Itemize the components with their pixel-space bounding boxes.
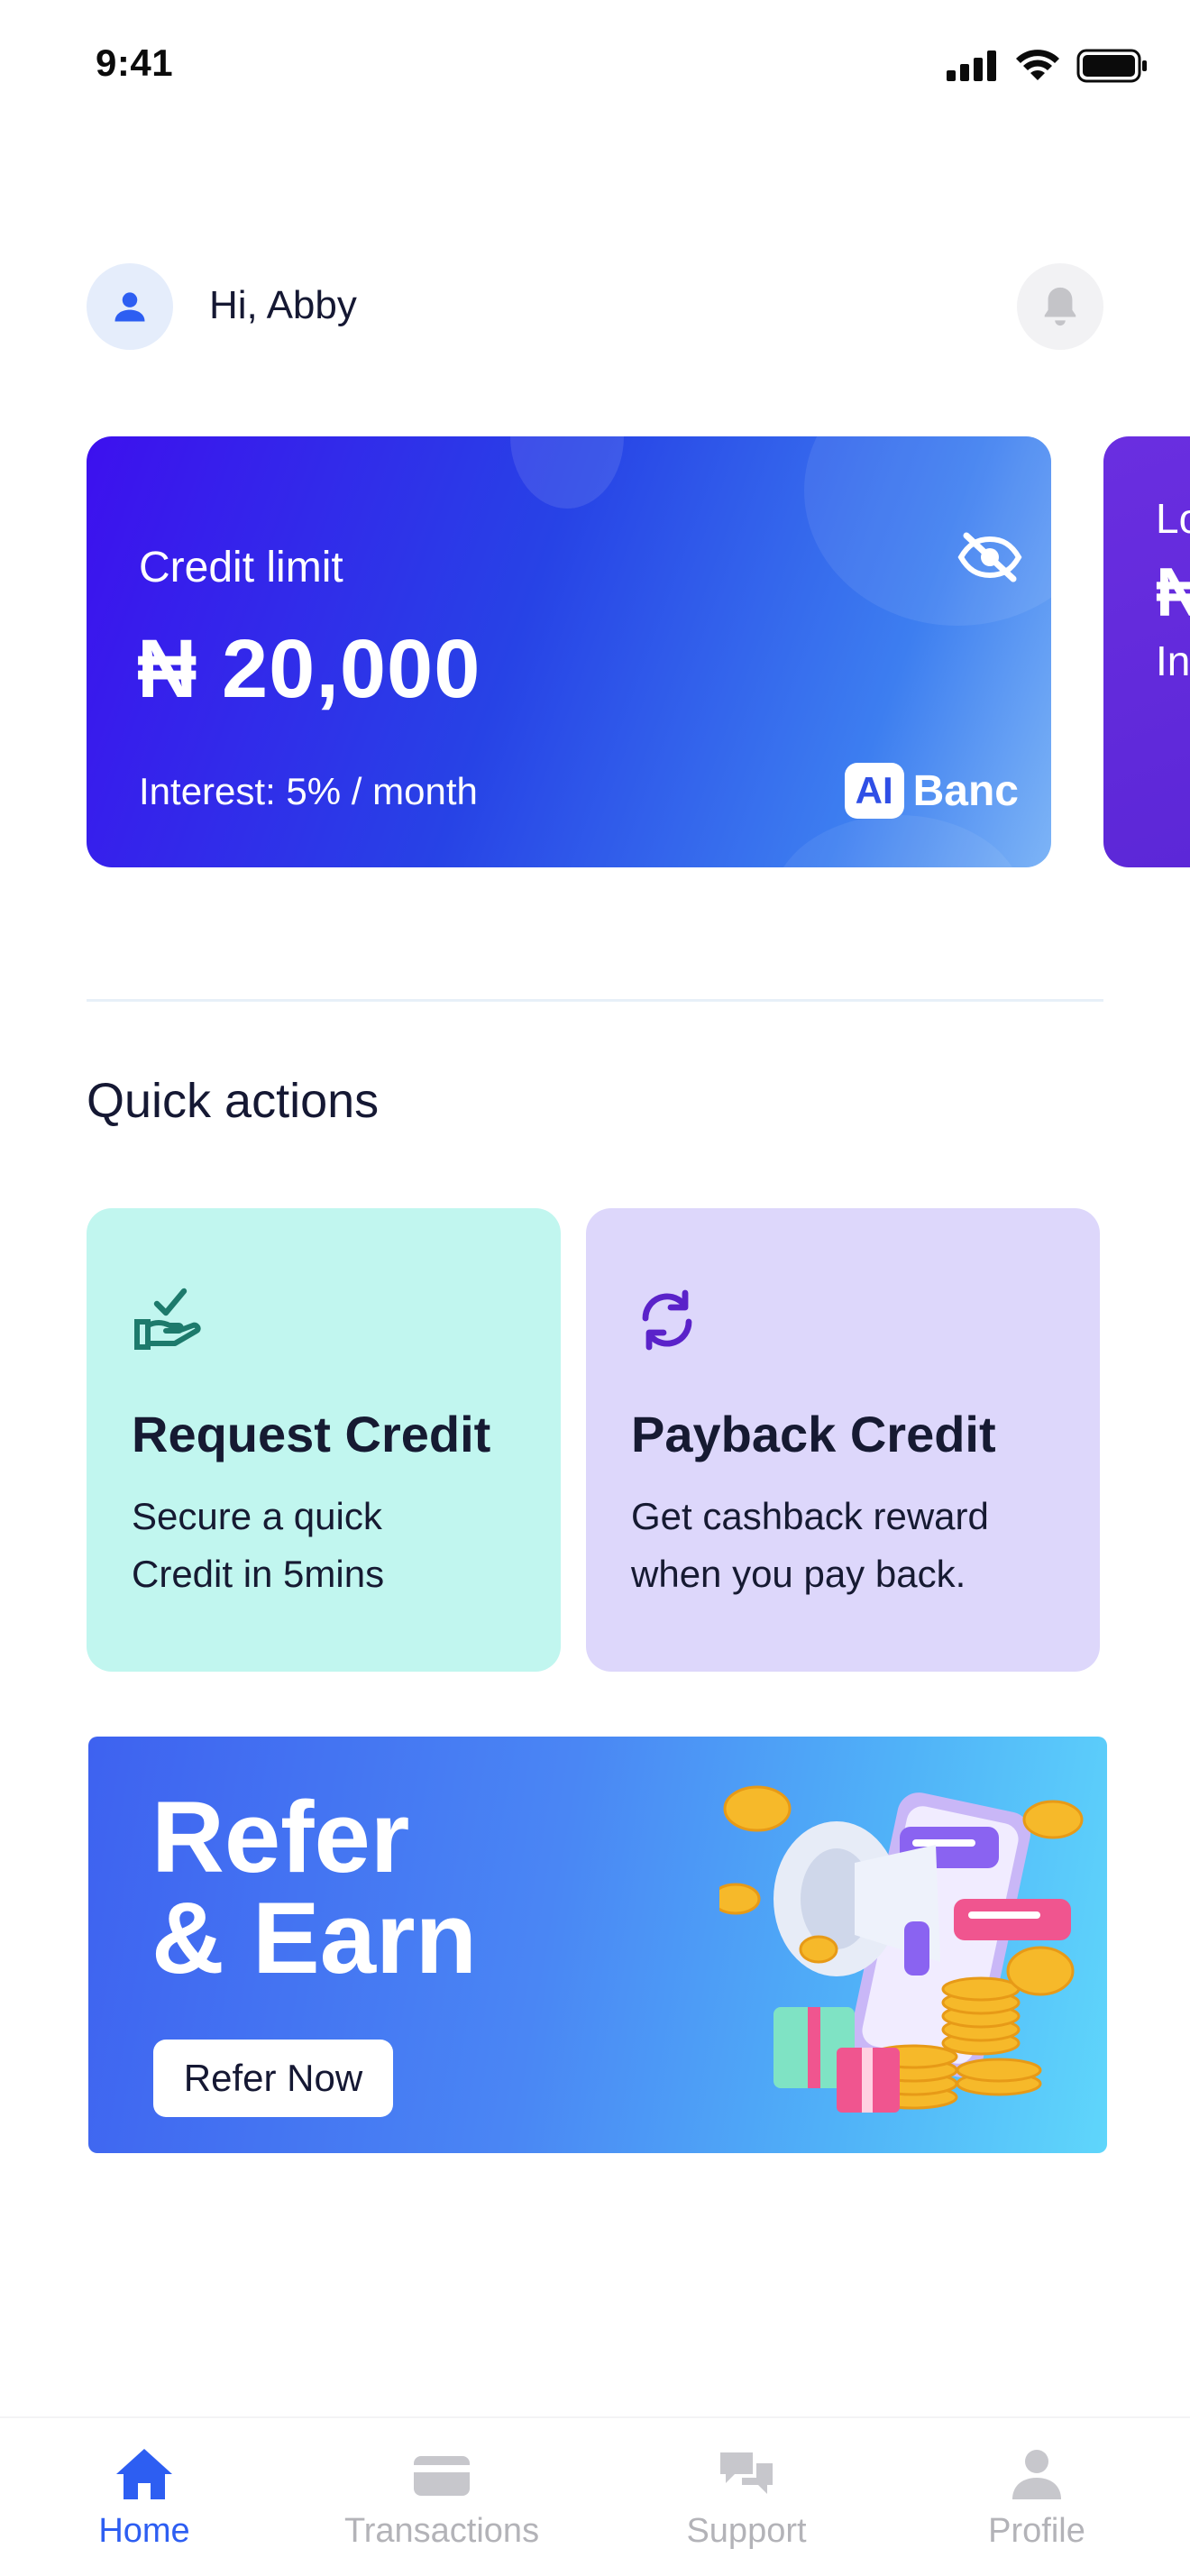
hand-check-icon [134, 1288, 201, 1350]
payback-credit-tile[interactable]: Payback Credit Get cashback reward when … [586, 1208, 1100, 1672]
credit-limit-amount: ₦ 20,000 [137, 623, 481, 715]
greeting: Hi, Abby [209, 283, 357, 327]
loan-card-amount: ₦ [1156, 555, 1190, 631]
status-time: 9:41 [96, 41, 174, 84]
credit-limit-card[interactable]: Credit limit ₦ 20,000 Interest: 5% / mon… [87, 436, 1051, 867]
refer-now-button[interactable]: Refer Now [153, 2040, 393, 2117]
brand-mark: AI [844, 763, 904, 819]
card-icon [414, 2456, 470, 2496]
payback-credit-title: Payback Credit [631, 1406, 996, 1462]
quick-actions-title: Quick actions [87, 1074, 380, 1128]
nav-profile[interactable]: Profile [902, 2445, 1172, 2551]
loan-card-interest: In [1156, 637, 1190, 684]
wifi-icon [1016, 50, 1059, 80]
refer-earn-banner[interactable]: Refer & Earn Refer Now [88, 1737, 1107, 2153]
card-decoration [510, 436, 624, 509]
payback-credit-desc: Get cashback reward when you pay back. [631, 1495, 989, 1595]
user-icon [114, 292, 145, 322]
credit-limit-label: Credit limit [139, 544, 343, 591]
megaphone-coins-illustration [719, 1785, 1084, 2113]
notification-button[interactable] [1017, 263, 1103, 350]
loan-card-label: Lo [1156, 495, 1190, 542]
loan-card-peek[interactable]: Lo ₦ In [1103, 436, 1190, 867]
status-icons [947, 49, 1149, 83]
eye-off-icon[interactable] [957, 530, 1022, 584]
request-credit-tile[interactable]: Request Credit Secure a quick Credit in … [87, 1208, 561, 1672]
chat-icon [720, 2452, 773, 2494]
brand-logo: AI Banc [844, 763, 1019, 819]
status-bar: 9:41 [0, 0, 1190, 135]
refresh-icon [642, 1289, 692, 1351]
request-credit-desc: Secure a quick Credit in 5mins [132, 1495, 385, 1595]
nav-profile-label: Profile [988, 2512, 1085, 2550]
request-credit-title: Request Credit [132, 1406, 491, 1462]
signal-icon [947, 50, 996, 81]
bell-icon [1044, 287, 1076, 326]
home-icon [116, 2449, 172, 2499]
interest-rate: Interest: 5% / month [139, 770, 478, 812]
brand-name: Banc [912, 766, 1019, 815]
cards-carousel[interactable]: Credit limit ₦ 20,000 Interest: 5% / mon… [0, 436, 1190, 869]
nav-transactions[interactable]: Transactions [307, 2445, 577, 2551]
nav-home[interactable]: Home [9, 2445, 279, 2551]
nav-support-label: Support [686, 2512, 807, 2550]
nav-home-label: Home [98, 2512, 190, 2550]
bottom-nav: Home Transactions Support Profile [0, 2416, 1190, 2576]
nav-transactions-label: Transactions [343, 2512, 540, 2550]
refer-title: Refer & Earn [151, 1781, 477, 1994]
avatar[interactable] [87, 263, 173, 350]
header: Hi, Abby [87, 263, 1103, 350]
divider [87, 999, 1103, 1002]
battery-icon [1076, 49, 1147, 83]
nav-support[interactable]: Support [611, 2445, 882, 2551]
profile-icon [1012, 2450, 1061, 2499]
card-decoration [772, 815, 1024, 867]
